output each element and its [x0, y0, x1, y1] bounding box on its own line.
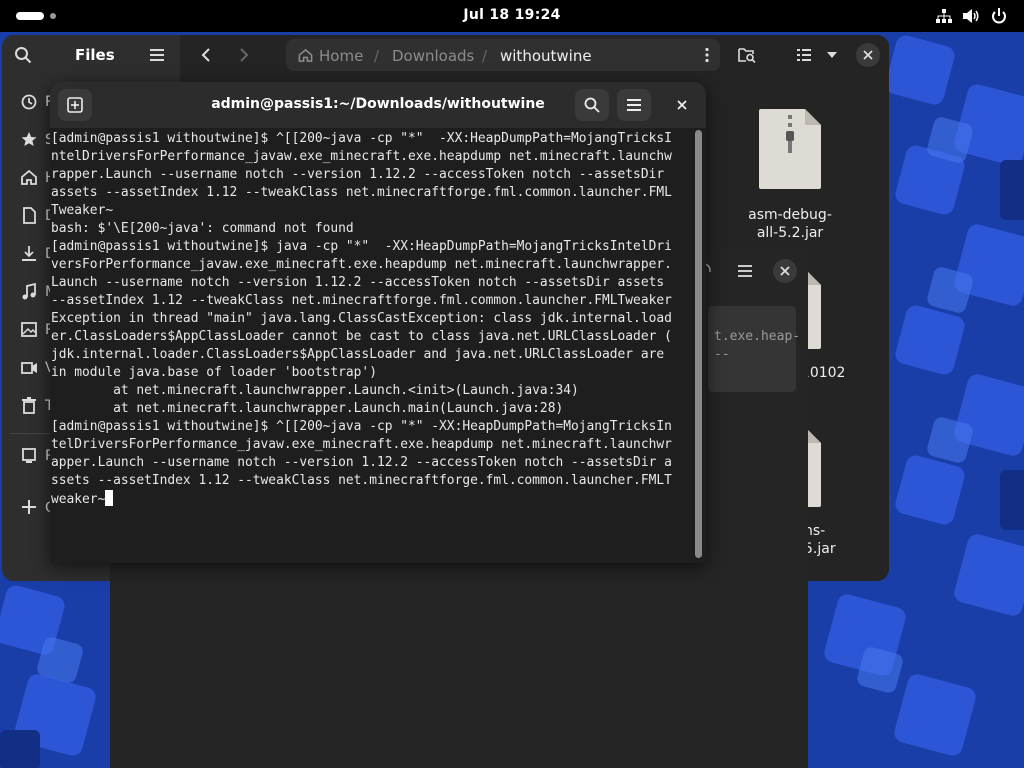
terminal-line: ssets --assetIndex 1.12 --tweakClass net… — [51, 473, 672, 488]
terminal-line: --assetIndex 1.12 --tweakClass net.minec… — [51, 293, 672, 308]
terminal-line: apper.Launch --username notch --version … — [51, 455, 672, 470]
recent-icon[interactable] — [20, 92, 40, 112]
hamburger-menu-icon — [627, 99, 641, 111]
terminal-prompt-text: weaker~ — [51, 492, 106, 507]
new-tab-button[interactable] — [58, 89, 92, 121]
bg-window-content: t.exe.heap- -- — [708, 306, 800, 392]
path-bar[interactable]: Home / Downloads / withoutwine — [286, 39, 720, 71]
terminal-line: jdk.internal.loader.ClassLoaders$AppClas… — [51, 347, 665, 362]
file-name[interactable]: ns- 5.jar — [804, 522, 844, 558]
terminal-line: versForPerformance_javaw.exe_minecraft.e… — [51, 257, 672, 272]
close-icon — [863, 50, 873, 60]
more-options-icon[interactable] — [704, 47, 710, 63]
search-icon — [584, 97, 600, 113]
terminal-title: admin@passis1:~/Downloads/withoutwine — [211, 96, 545, 112]
terminal-line: assets --assetIndex 1.12 --tweakClass ne… — [51, 185, 672, 200]
top-bar: Jul 18 19:24 — [0, 0, 1024, 32]
file-name[interactable]: asm-debug- all-5.2.jar — [730, 206, 850, 242]
network-icon[interactable] — [935, 8, 953, 24]
files-close-button[interactable] — [856, 43, 880, 67]
terminal-menu-button[interactable] — [617, 89, 651, 121]
terminal-window[interactable]: admin@passis1:~/Downloads/withoutwine [a… — [50, 82, 706, 563]
terminal-headerbar: admin@passis1:~/Downloads/withoutwine — [50, 82, 706, 128]
terminal-output[interactable]: [admin@passis1 withoutwine]$ ^[[200~java… — [51, 130, 691, 508]
breadcrumb-separator: / — [374, 47, 380, 65]
hamburger-menu-icon[interactable] — [149, 47, 165, 63]
chevron-down-icon[interactable] — [826, 50, 838, 60]
terminal-line: [admin@passis1 withoutwine]$ java -cp "*… — [51, 239, 672, 254]
close-icon — [780, 266, 790, 276]
videos-icon[interactable] — [20, 358, 40, 378]
files-title: Files — [75, 46, 115, 64]
terminal-line: telDriversForPerformance_javaw.exe_minec… — [51, 437, 672, 452]
pictures-icon[interactable] — [20, 320, 40, 340]
music-icon[interactable] — [20, 282, 40, 302]
search-folder-icon[interactable] — [738, 47, 756, 63]
new-tab-icon — [67, 97, 83, 113]
terminal-line: in module java.base of loader 'bootstrap… — [51, 365, 377, 380]
terminal-line: rapper.Launch --username notch --version… — [51, 167, 665, 182]
documents-icon[interactable] — [20, 206, 40, 226]
bg-window-close-button[interactable] — [773, 259, 797, 283]
terminal-search-button[interactable] — [575, 89, 609, 121]
terminal-cursor — [105, 490, 114, 506]
terminal-scrollbar[interactable] — [695, 130, 702, 558]
volume-icon[interactable] — [962, 8, 980, 24]
breadcrumb-separator: / — [482, 47, 488, 65]
terminal-line: er.ClassLoaders$AppClassLoader cannot be… — [51, 329, 672, 344]
starred-icon[interactable] — [20, 130, 40, 150]
hamburger-menu-icon[interactable] — [737, 264, 753, 278]
breadcrumb-withoutwine[interactable]: withoutwine — [500, 47, 592, 65]
terminal-line: [admin@passis1 withoutwine]$ ^[[200~java… — [51, 419, 672, 434]
other-locations-icon[interactable] — [20, 446, 40, 466]
home-icon — [298, 48, 313, 62]
terminal-line: at net.minecraft.launchwrapper.Launch.<i… — [51, 383, 579, 398]
activities-button[interactable] — [16, 12, 44, 20]
terminal-line: bash: $'\E[200~java': command not found — [51, 221, 354, 236]
terminal-line: Exception in thread "main" java.lang.Cla… — [51, 311, 672, 326]
terminal-body[interactable]: [admin@passis1 withoutwine]$ ^[[200~java… — [50, 128, 706, 563]
terminal-line: weaker~ — [51, 490, 691, 508]
downloads-icon[interactable] — [20, 244, 40, 264]
breadcrumb-downloads[interactable]: Downloads — [392, 47, 474, 65]
terminal-line: Launch --username notch --version 1.12.2… — [51, 275, 665, 290]
terminal-line: at net.minecraft.launchwrapper.Launch.ma… — [51, 401, 564, 416]
back-icon[interactable] — [198, 47, 214, 63]
bg-window-text-line: -- — [714, 347, 730, 362]
search-icon[interactable] — [14, 46, 32, 64]
trash-icon[interactable] — [20, 396, 40, 416]
home-icon[interactable] — [20, 168, 40, 188]
add-icon[interactable] — [20, 498, 40, 518]
workspace-indicator[interactable] — [50, 13, 56, 19]
terminal-close-button[interactable] — [670, 93, 694, 117]
sidebar-header: Files — [2, 35, 180, 75]
forward-icon[interactable] — [236, 47, 252, 63]
terminal-line: Tweaker~ — [51, 203, 114, 218]
clock[interactable]: Jul 18 19:24 — [412, 7, 612, 23]
power-icon[interactable] — [990, 8, 1008, 24]
list-view-icon[interactable] — [796, 47, 812, 63]
terminal-line: [admin@passis1 withoutwine]$ ^[[200~java… — [51, 131, 672, 146]
archive-icon[interactable] — [757, 107, 823, 191]
bg-window-text-line: t.exe.heap- — [714, 329, 801, 344]
terminal-line: ntelDriversForPerformance_javaw.exe_mine… — [51, 149, 672, 164]
breadcrumb-home[interactable]: Home — [319, 47, 363, 65]
close-icon — [677, 100, 687, 110]
